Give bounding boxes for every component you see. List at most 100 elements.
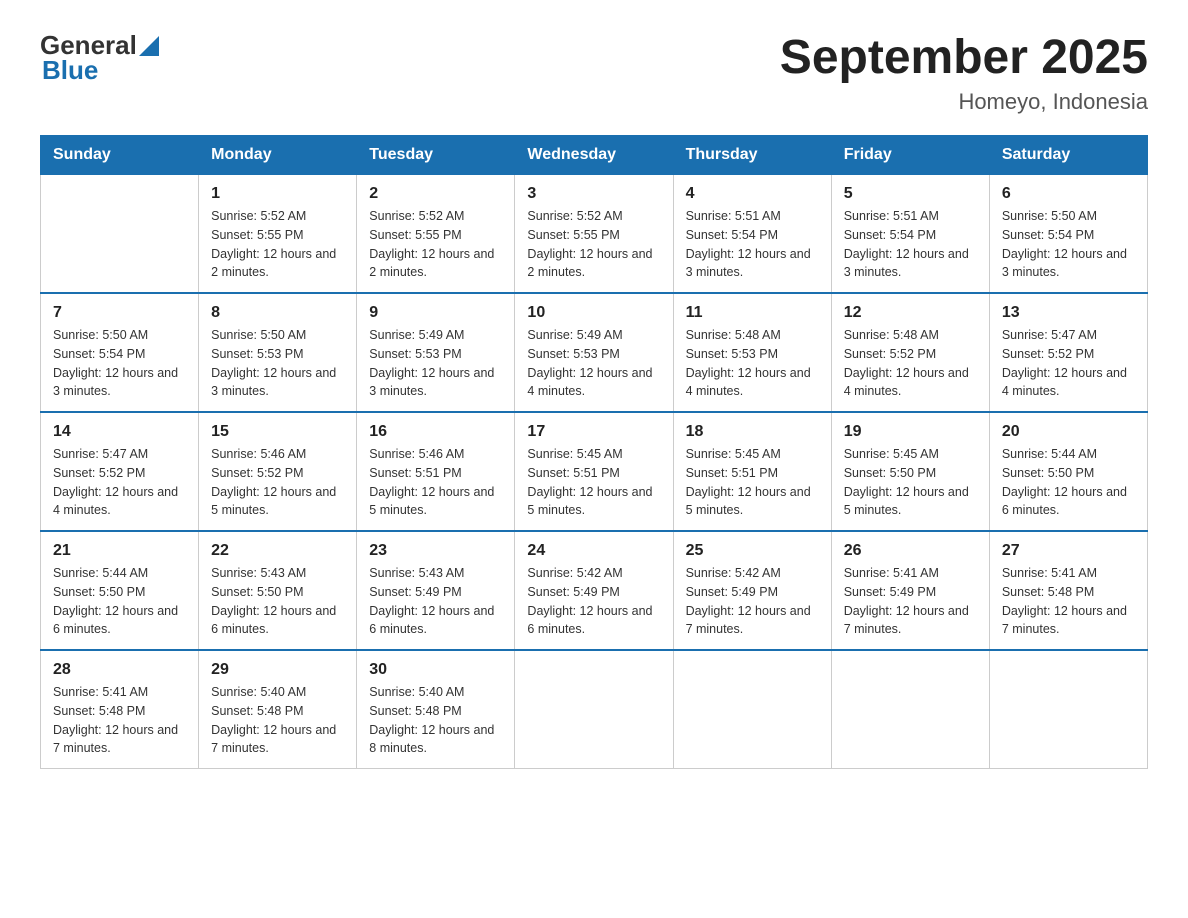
calendar-day-cell: [989, 650, 1147, 769]
day-info: Sunrise: 5:46 AMSunset: 5:52 PMDaylight:…: [211, 445, 344, 520]
day-number: 8: [211, 304, 344, 322]
calendar-day-cell: 6Sunrise: 5:50 AMSunset: 5:54 PMDaylight…: [989, 175, 1147, 294]
logo: General Blue: [40, 30, 159, 86]
day-number: 9: [369, 304, 502, 322]
calendar-header-row: SundayMondayTuesdayWednesdayThursdayFrid…: [41, 136, 1148, 175]
calendar-day-cell: 7 Sunrise: 5:50 AMSunset: 5:54 PMDaylight…: [41, 293, 199, 412]
day-info: Sunrise: 5:52 AMSunset: 5:55 PMDaylight:…: [527, 207, 660, 282]
calendar-week-row: 7 Sunrise: 5:50 AMSunset: 5:54 PMDaylight…: [41, 293, 1148, 412]
calendar-day-cell: 28 Sunrise: 5:41 AMSunset: 5:48 PMDayligh…: [41, 650, 199, 769]
day-number: 25: [686, 542, 819, 560]
calendar-day-cell: 3 Sunrise: 5:52 AMSunset: 5:55 PMDaylight…: [515, 175, 673, 294]
day-number: 7: [53, 304, 186, 322]
calendar-day-cell: 12 Sunrise: 5:48 AMSunset: 5:52 PMDayligh…: [831, 293, 989, 412]
calendar-week-row: 28 Sunrise: 5:41 AMSunset: 5:48 PMDayligh…: [41, 650, 1148, 769]
calendar-day-cell: 30Sunrise: 5:40 AMSunset: 5:48 PMDayligh…: [357, 650, 515, 769]
day-info: Sunrise: 5:44 AMSunset: 5:50 PMDaylight:…: [1002, 445, 1135, 520]
calendar-day-cell: [41, 175, 199, 294]
calendar-day-header: Wednesday: [515, 136, 673, 175]
calendar-week-row: 14Sunrise: 5:47 AMSunset: 5:52 PMDayligh…: [41, 412, 1148, 531]
day-number: 19: [844, 423, 977, 441]
page-header: General Blue September 2025 Homeyo, Indo…: [40, 30, 1148, 115]
day-number: 21: [53, 542, 186, 560]
calendar-day-cell: 26Sunrise: 5:41 AMSunset: 5:49 PMDayligh…: [831, 531, 989, 650]
calendar-day-cell: 27Sunrise: 5:41 AMSunset: 5:48 PMDayligh…: [989, 531, 1147, 650]
calendar-day-cell: 9 Sunrise: 5:49 AMSunset: 5:53 PMDaylight…: [357, 293, 515, 412]
day-number: 16: [369, 423, 502, 441]
day-info: Sunrise: 5:50 AMSunset: 5:53 PMDaylight:…: [211, 326, 344, 401]
day-number: 1: [211, 185, 344, 203]
day-number: 15: [211, 423, 344, 441]
calendar-day-header: Sunday: [41, 136, 199, 175]
day-info: Sunrise: 5:47 AMSunset: 5:52 PMDaylight:…: [1002, 326, 1135, 401]
calendar-subtitle: Homeyo, Indonesia: [780, 89, 1148, 115]
day-number: 12: [844, 304, 977, 322]
day-info: Sunrise: 5:45 AMSunset: 5:51 PMDaylight:…: [686, 445, 819, 520]
calendar-day-cell: [831, 650, 989, 769]
calendar-day-cell: 19Sunrise: 5:45 AMSunset: 5:50 PMDayligh…: [831, 412, 989, 531]
calendar-day-cell: 10 Sunrise: 5:49 AMSunset: 5:53 PMDayligh…: [515, 293, 673, 412]
day-info: Sunrise: 5:48 AMSunset: 5:53 PMDaylight:…: [686, 326, 819, 401]
calendar-day-cell: 2 Sunrise: 5:52 AMSunset: 5:55 PMDaylight…: [357, 175, 515, 294]
calendar-title: September 2025: [780, 30, 1148, 85]
calendar-day-cell: 4Sunrise: 5:51 AMSunset: 5:54 PMDaylight…: [673, 175, 831, 294]
calendar-day-cell: 24Sunrise: 5:42 AMSunset: 5:49 PMDayligh…: [515, 531, 673, 650]
day-number: 22: [211, 542, 344, 560]
logo-triangle-icon: [139, 36, 159, 56]
calendar-day-header: Thursday: [673, 136, 831, 175]
calendar-day-cell: 21 Sunrise: 5:44 AMSunset: 5:50 PMDayligh…: [41, 531, 199, 650]
day-info: Sunrise: 5:43 AMSunset: 5:50 PMDaylight:…: [211, 564, 344, 639]
calendar-day-cell: 23 Sunrise: 5:43 AMSunset: 5:49 PMDayligh…: [357, 531, 515, 650]
calendar-day-cell: 11 Sunrise: 5:48 AMSunset: 5:53 PMDayligh…: [673, 293, 831, 412]
day-info: Sunrise: 5:41 AMSunset: 5:48 PMDaylight:…: [53, 683, 186, 758]
calendar-day-cell: 25 Sunrise: 5:42 AMSunset: 5:49 PMDayligh…: [673, 531, 831, 650]
calendar-day-cell: 18Sunrise: 5:45 AMSunset: 5:51 PMDayligh…: [673, 412, 831, 531]
day-number: 20: [1002, 423, 1135, 441]
title-section: September 2025 Homeyo, Indonesia: [780, 30, 1148, 115]
day-info: Sunrise: 5:49 AMSunset: 5:53 PMDaylight:…: [527, 326, 660, 401]
day-number: 17: [527, 423, 660, 441]
day-number: 28: [53, 661, 186, 679]
day-number: 6: [1002, 185, 1135, 203]
day-number: 3: [527, 185, 660, 203]
day-info: Sunrise: 5:47 AMSunset: 5:52 PMDaylight:…: [53, 445, 186, 520]
calendar-day-header: Friday: [831, 136, 989, 175]
day-info: Sunrise: 5:48 AMSunset: 5:52 PMDaylight:…: [844, 326, 977, 401]
calendar-day-cell: 1 Sunrise: 5:52 AMSunset: 5:55 PMDaylight…: [199, 175, 357, 294]
calendar-day-cell: 20 Sunrise: 5:44 AMSunset: 5:50 PMDayligh…: [989, 412, 1147, 531]
calendar-day-header: Monday: [199, 136, 357, 175]
day-info: Sunrise: 5:51 AMSunset: 5:54 PMDaylight:…: [686, 207, 819, 282]
day-number: 11: [686, 304, 819, 322]
day-info: Sunrise: 5:49 AMSunset: 5:53 PMDaylight:…: [369, 326, 502, 401]
calendar-week-row: 21 Sunrise: 5:44 AMSunset: 5:50 PMDayligh…: [41, 531, 1148, 650]
day-info: Sunrise: 5:43 AMSunset: 5:49 PMDaylight:…: [369, 564, 502, 639]
day-number: 10: [527, 304, 660, 322]
calendar-day-cell: [673, 650, 831, 769]
day-info: Sunrise: 5:41 AMSunset: 5:49 PMDaylight:…: [844, 564, 977, 639]
calendar-day-cell: 29 Sunrise: 5:40 AMSunset: 5:48 PMDayligh…: [199, 650, 357, 769]
day-info: Sunrise: 5:44 AMSunset: 5:50 PMDaylight:…: [53, 564, 186, 639]
day-number: 23: [369, 542, 502, 560]
calendar-day-cell: 13Sunrise: 5:47 AMSunset: 5:52 PMDayligh…: [989, 293, 1147, 412]
calendar-day-cell: [515, 650, 673, 769]
day-info: Sunrise: 5:51 AMSunset: 5:54 PMDaylight:…: [844, 207, 977, 282]
calendar-day-cell: 15 Sunrise: 5:46 AMSunset: 5:52 PMDayligh…: [199, 412, 357, 531]
calendar-day-cell: 5Sunrise: 5:51 AMSunset: 5:54 PMDaylight…: [831, 175, 989, 294]
day-info: Sunrise: 5:50 AMSunset: 5:54 PMDaylight:…: [53, 326, 186, 401]
day-info: Sunrise: 5:42 AMSunset: 5:49 PMDaylight:…: [686, 564, 819, 639]
day-info: Sunrise: 5:52 AMSunset: 5:55 PMDaylight:…: [369, 207, 502, 282]
logo-blue-text: Blue: [42, 55, 98, 86]
day-number: 2: [369, 185, 502, 203]
day-number: 29: [211, 661, 344, 679]
day-info: Sunrise: 5:40 AMSunset: 5:48 PMDaylight:…: [369, 683, 502, 758]
calendar-day-cell: 8 Sunrise: 5:50 AMSunset: 5:53 PMDaylight…: [199, 293, 357, 412]
calendar-day-cell: 14Sunrise: 5:47 AMSunset: 5:52 PMDayligh…: [41, 412, 199, 531]
calendar-day-cell: 16Sunrise: 5:46 AMSunset: 5:51 PMDayligh…: [357, 412, 515, 531]
day-number: 24: [527, 542, 660, 560]
day-info: Sunrise: 5:40 AMSunset: 5:48 PMDaylight:…: [211, 683, 344, 758]
calendar-week-row: 1 Sunrise: 5:52 AMSunset: 5:55 PMDaylight…: [41, 175, 1148, 294]
calendar-day-header: Tuesday: [357, 136, 515, 175]
day-info: Sunrise: 5:52 AMSunset: 5:55 PMDaylight:…: [211, 207, 344, 282]
day-number: 27: [1002, 542, 1135, 560]
calendar-day-cell: 22 Sunrise: 5:43 AMSunset: 5:50 PMDayligh…: [199, 531, 357, 650]
